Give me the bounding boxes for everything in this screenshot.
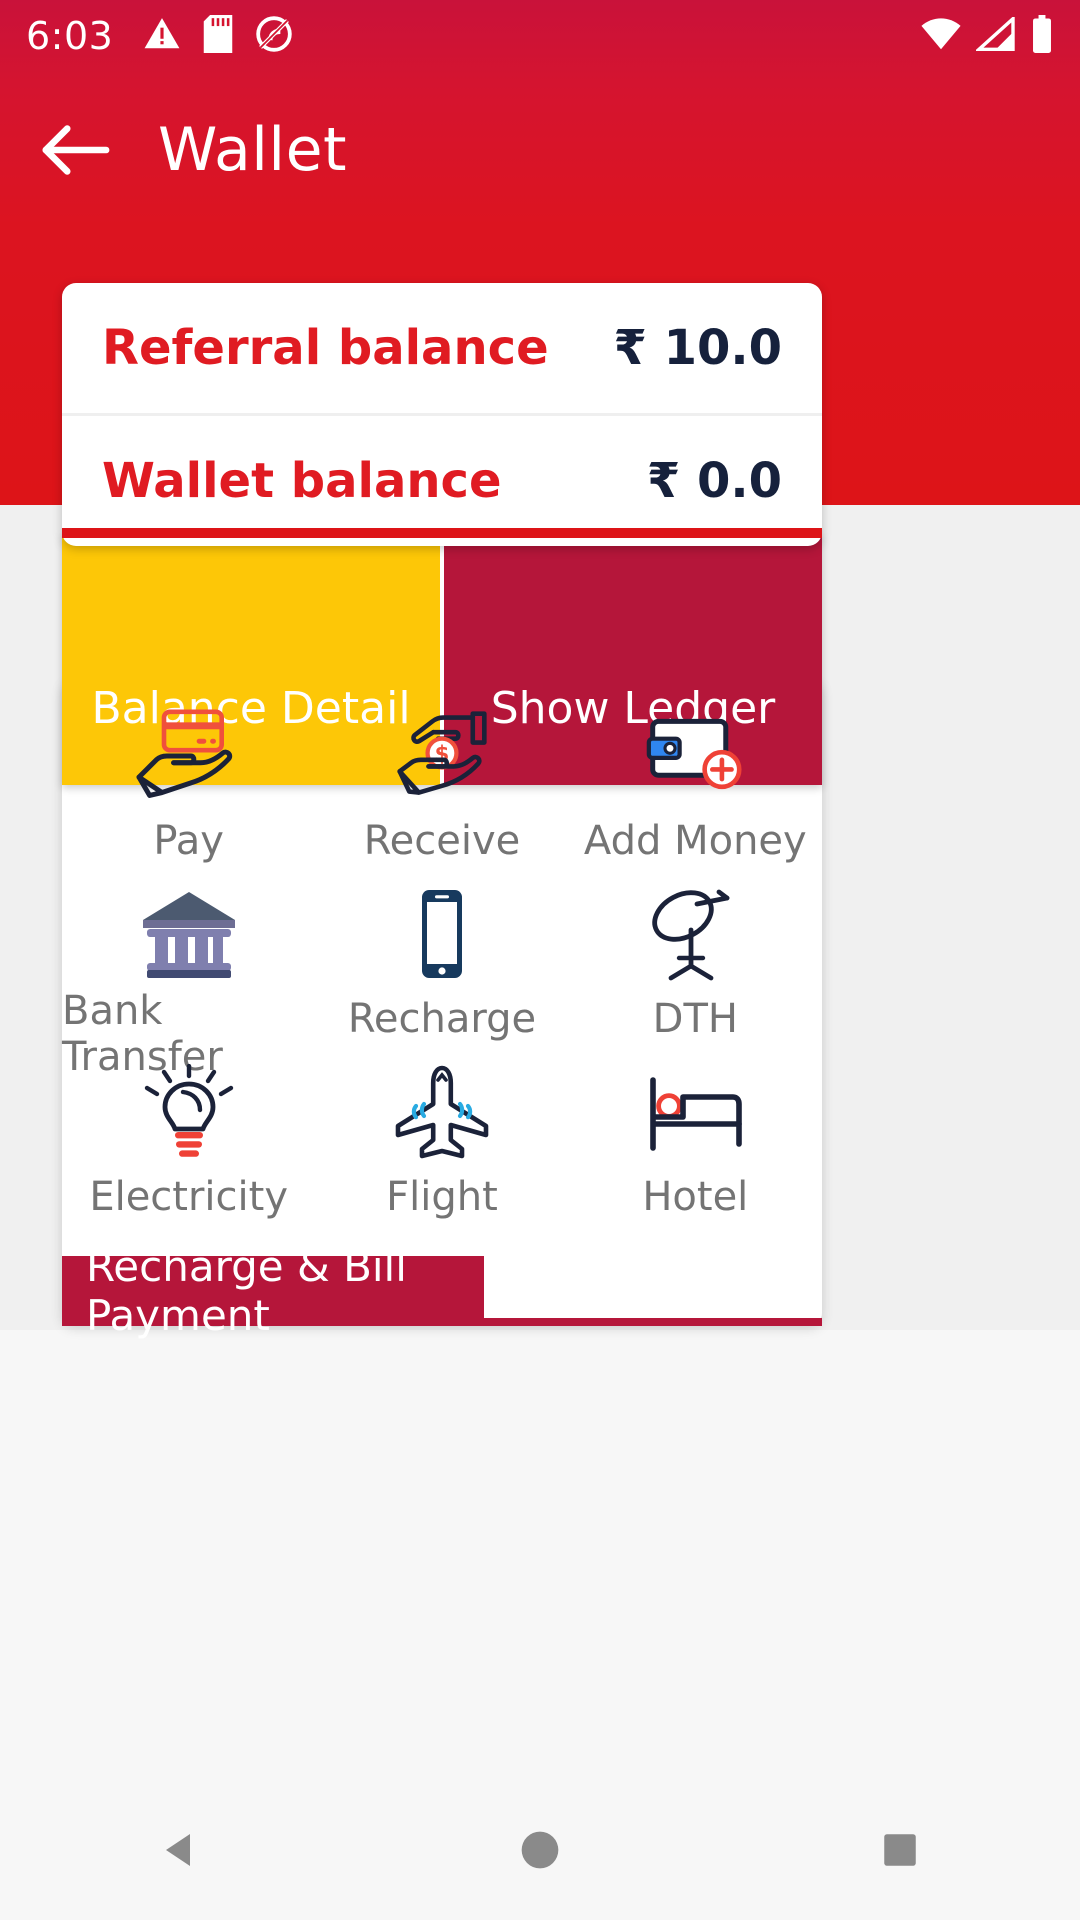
service-item-electricity[interactable]: Electricity	[62, 1046, 315, 1224]
satellite-dish-icon	[639, 882, 751, 986]
service-label-electricity: Electricity	[89, 1174, 289, 1220]
no-data-saver-icon	[255, 15, 293, 58]
referral-balance-row[interactable]: Referral balance ₹ 10.0	[62, 283, 822, 413]
wallet-balance-label: Wallet balance	[102, 453, 502, 509]
app-bar: Wallet	[0, 90, 1080, 210]
mobile-phone-icon	[386, 882, 498, 986]
status-bar-left-icons	[143, 14, 293, 58]
recharge-bill-payment-banner[interactable]: Recharge & Bill Payment	[62, 1242, 484, 1340]
service-item-pay[interactable]: Pay	[62, 690, 315, 868]
airplane-icon	[386, 1060, 498, 1164]
page-background-lower	[0, 1330, 1080, 1780]
wallet-balance-row[interactable]: Wallet balance ₹ 0.0	[62, 416, 822, 546]
wallet-plus-icon	[636, 704, 754, 808]
bed-icon	[639, 1060, 751, 1164]
android-navigation-bar	[0, 1780, 1080, 1920]
battery-icon	[1030, 14, 1054, 58]
service-item-dth[interactable]: DTH	[569, 868, 822, 1046]
cellular-signal-icon	[974, 14, 1016, 56]
service-item-receive[interactable]: $ Receive	[315, 690, 568, 868]
nav-back-triangle-icon	[166, 1834, 190, 1866]
wallet-balance-amount: ₹ 0.0	[646, 453, 782, 509]
service-item-flight[interactable]: Flight	[315, 1046, 568, 1224]
recharge-bill-payment-label: Recharge & Bill Payment	[86, 1242, 407, 1340]
service-label-dth: DTH	[652, 996, 738, 1042]
wifi-icon	[920, 17, 962, 56]
service-item-add-money[interactable]: Add Money	[569, 690, 822, 868]
service-item-recharge[interactable]: Recharge	[315, 868, 568, 1046]
service-label-flight: Flight	[386, 1174, 498, 1220]
balance-card: Referral balance ₹ 10.0 Wallet balance ₹…	[62, 283, 822, 546]
hands-coin-icon: $	[383, 704, 501, 808]
nav-home-button[interactable]	[480, 1790, 600, 1910]
service-item-bank-transfer[interactable]: Bank Transfer	[62, 868, 315, 1080]
service-label-recharge: Recharge	[347, 996, 537, 1042]
service-label-hotel: Hotel	[642, 1174, 749, 1220]
service-label-add-money: Add Money	[583, 818, 807, 864]
referral-balance-amount: ₹ 10.0	[613, 320, 782, 376]
service-item-hotel[interactable]: Hotel	[569, 1046, 822, 1224]
nav-recents-square-icon	[884, 1834, 916, 1866]
status-bar: 6:03	[0, 0, 1080, 72]
service-label-receive: Receive	[363, 818, 521, 864]
tabs-top-accent	[62, 528, 822, 538]
sd-card-icon	[203, 14, 233, 58]
bank-building-icon	[133, 882, 245, 978]
light-bulb-icon	[133, 1060, 245, 1164]
page-title: Wallet	[158, 115, 348, 185]
warning-triangle-icon	[143, 15, 181, 58]
nav-back-button[interactable]	[120, 1790, 240, 1910]
service-label-pay: Pay	[153, 818, 224, 864]
referral-balance-label: Referral balance	[102, 320, 549, 376]
back-button[interactable]	[20, 95, 130, 205]
services-grid: Pay $ Receive Add Money Bank Transfer Re…	[62, 690, 822, 1224]
status-bar-clock: 6:03	[26, 14, 114, 58]
status-bar-right-icons	[920, 14, 1054, 58]
nav-recents-button[interactable]	[840, 1790, 960, 1910]
back-arrow-icon	[42, 125, 110, 175]
nav-home-circle-icon	[521, 1831, 559, 1869]
hand-credit-card-icon	[130, 704, 248, 808]
